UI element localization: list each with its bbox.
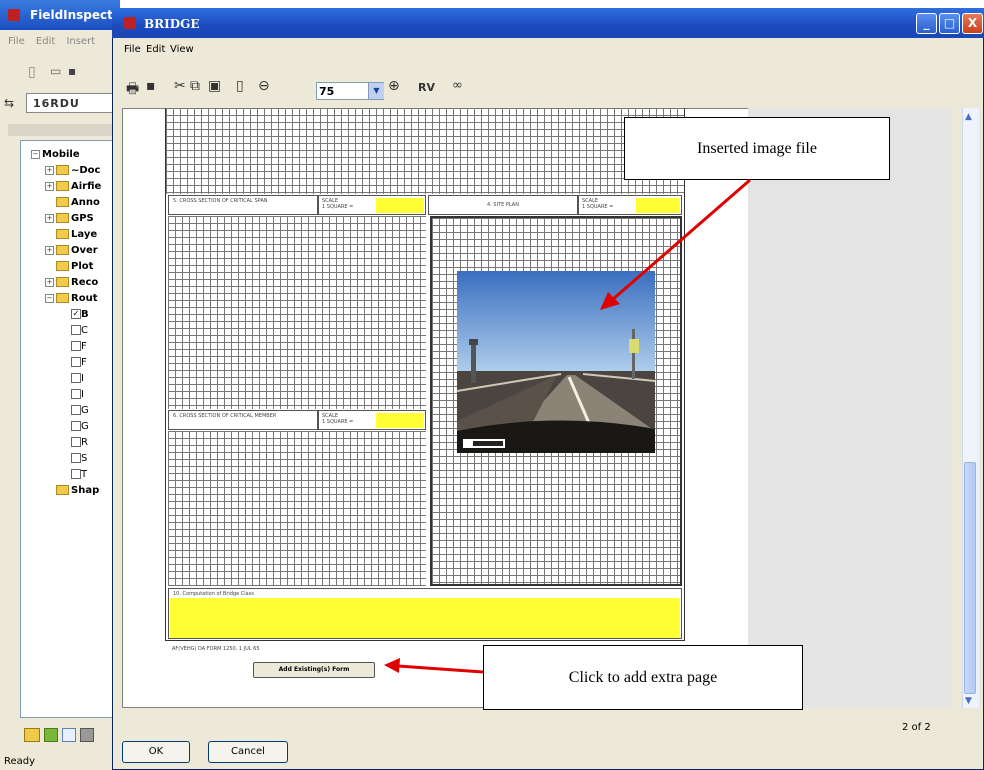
arrow-head-icon	[384, 658, 400, 673]
ok-button[interactable]: OK	[122, 741, 190, 763]
arrow-to-image	[611, 178, 751, 302]
page-indicator: 2 of 2	[902, 722, 931, 733]
arrow-to-button	[397, 664, 484, 674]
callout-arrows	[384, 178, 751, 674]
cancel-button[interactable]: Cancel	[208, 741, 288, 763]
